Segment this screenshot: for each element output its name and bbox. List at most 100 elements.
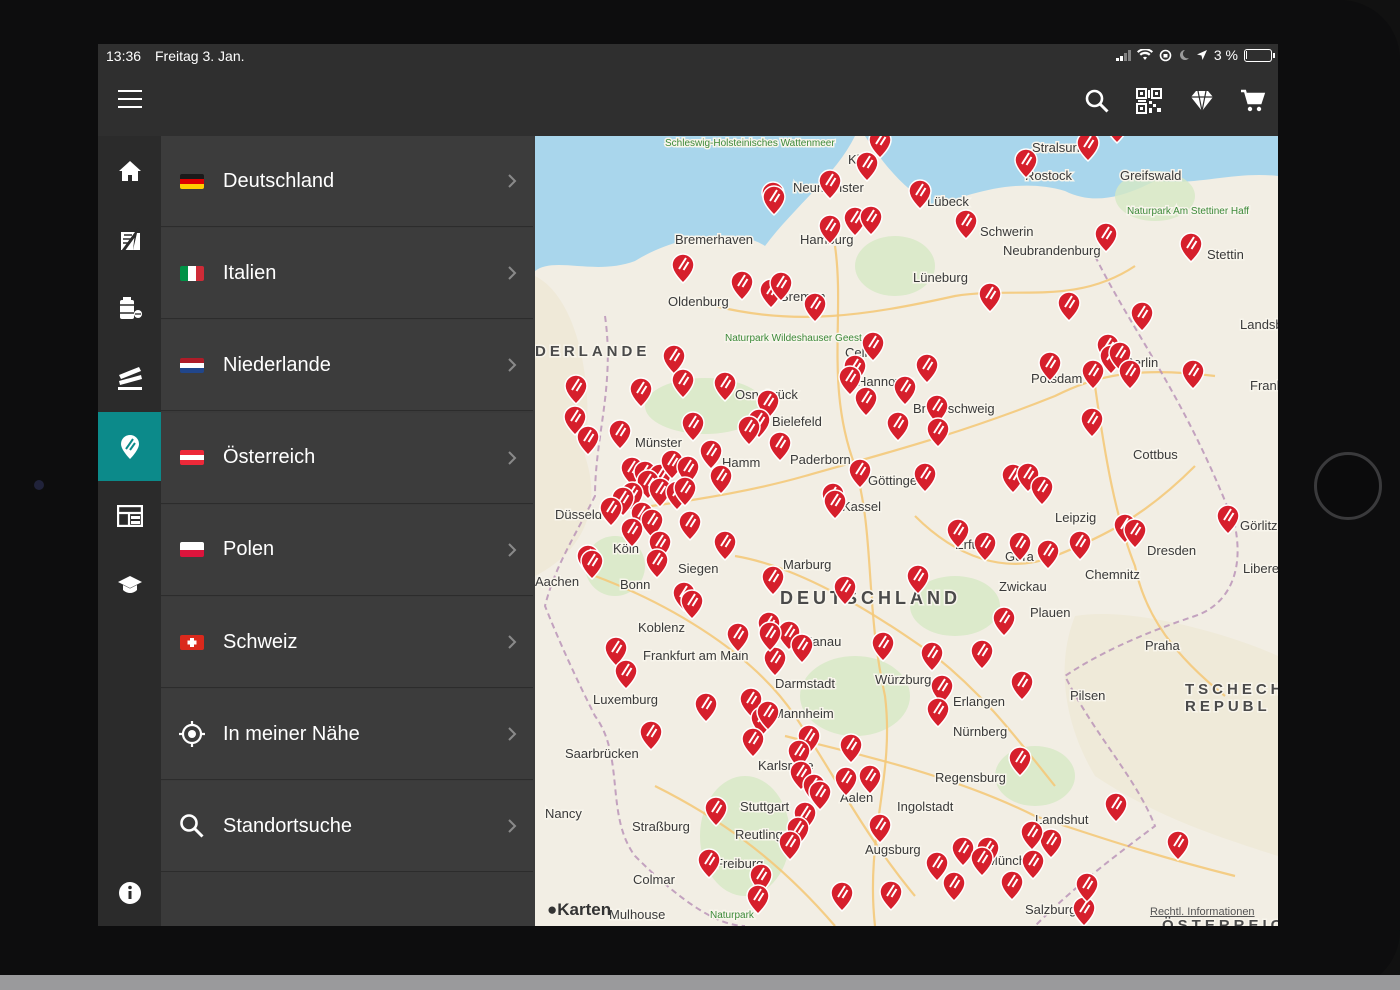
list-item[interactable]: Schweiz [161, 597, 533, 688]
station-pin[interactable] [954, 209, 978, 241]
station-pin[interactable] [915, 353, 939, 385]
map-legal-link[interactable]: Rechtl. Informationen [1150, 906, 1255, 918]
wifi-icon [1136, 49, 1153, 60]
station-pin[interactable] [1080, 407, 1104, 439]
city-label: Landsberg [1240, 317, 1278, 332]
country-list: Deutschland Italien Niederlande Österreich P… [161, 136, 535, 926]
station-pin[interactable] [1020, 820, 1044, 852]
station-pin[interactable] [978, 282, 1002, 314]
menu-icon[interactable] [118, 90, 142, 110]
station-pin[interactable] [970, 639, 994, 671]
city-label: Augsburg [865, 842, 921, 857]
city-label: Frankfurt am Main [643, 648, 748, 663]
station-pin[interactable] [1010, 670, 1034, 702]
station-pin[interactable] [855, 151, 879, 183]
list-item[interactable]: Niederlande [161, 320, 533, 412]
station-pin[interactable] [713, 530, 737, 562]
location-pin-icon [120, 434, 139, 459]
station-pin[interactable] [614, 659, 638, 691]
rail-info[interactable] [98, 858, 161, 926]
flag-icon [180, 173, 204, 189]
city-label: Darmstadt [775, 676, 835, 691]
station-pin[interactable] [730, 270, 754, 302]
station-pin[interactable] [942, 871, 966, 903]
station-pin[interactable] [741, 727, 765, 759]
qr-code-icon[interactable] [1136, 88, 1162, 114]
station-pin[interactable] [608, 419, 632, 451]
city-label: Luxemburg [593, 692, 658, 707]
station-pin[interactable] [645, 548, 669, 580]
station-pin[interactable] [671, 253, 695, 285]
station-pin[interactable] [1181, 359, 1205, 391]
station-pin[interactable] [709, 464, 733, 496]
map-view[interactable]: Schleswig-Holsteinisches WattenmeerKielN… [535, 136, 1278, 926]
country-label: DERLANDE [535, 343, 650, 360]
station-pin[interactable] [926, 697, 950, 729]
station-pin[interactable] [790, 633, 814, 665]
map-canvas[interactable]: Schleswig-Holsteinisches WattenmeerKielN… [535, 136, 1278, 926]
station-pin[interactable] [678, 510, 702, 542]
station-pin[interactable] [763, 646, 787, 678]
station-pin[interactable] [1036, 539, 1060, 571]
city-label: Neubrandenburg [1003, 243, 1101, 258]
flag-icon [180, 542, 204, 558]
station-pin[interactable] [681, 411, 705, 443]
oil-icon [119, 296, 142, 319]
station-pin[interactable] [1179, 232, 1203, 264]
station-pin[interactable] [823, 489, 847, 521]
station-pin[interactable] [1118, 359, 1142, 391]
list-item[interactable]: Standortsuche [161, 781, 533, 873]
station-pin[interactable] [1166, 830, 1190, 862]
station-pin[interactable] [1057, 291, 1081, 323]
station-pin[interactable] [839, 733, 863, 765]
station-pin[interactable] [970, 846, 994, 878]
station-pin[interactable] [1068, 530, 1092, 562]
station-pin[interactable] [737, 415, 761, 447]
rail-locations[interactable] [98, 412, 161, 481]
station-pin[interactable] [830, 881, 854, 913]
station-pin[interactable] [920, 641, 944, 673]
rail-oil[interactable] [98, 274, 161, 343]
station-pin[interactable] [1216, 504, 1240, 536]
station-pin[interactable] [871, 631, 895, 663]
front-camera [34, 480, 44, 490]
list-item[interactable]: Deutschland [161, 136, 533, 227]
station-pin[interactable] [1104, 792, 1128, 824]
station-pin[interactable] [951, 836, 975, 868]
list-item-label: Niederlande [223, 353, 331, 376]
chevron-right-icon [507, 265, 517, 281]
station-pin[interactable] [854, 386, 878, 418]
station-pin[interactable] [768, 431, 792, 463]
station-pin[interactable] [1081, 359, 1105, 391]
rail-tires[interactable] [98, 205, 161, 274]
city-label: Marburg [783, 557, 831, 572]
cart-icon[interactable] [1240, 88, 1266, 114]
search-icon[interactable] [1084, 88, 1110, 114]
station-pin[interactable] [879, 880, 903, 912]
station-pin[interactable] [1030, 475, 1054, 507]
station-pin[interactable] [926, 417, 950, 449]
city-label: Naturpark Wildeshauser Geest [725, 333, 862, 344]
diamond-icon[interactable] [1189, 88, 1215, 114]
station-pin[interactable] [694, 692, 718, 724]
rail-layout[interactable] [98, 481, 161, 550]
rail-car-wash[interactable] [98, 343, 161, 412]
station-pin[interactable] [886, 411, 910, 443]
list-item[interactable]: Italien [161, 228, 533, 320]
city-label: Liberec [1243, 561, 1278, 576]
station-pin[interactable] [680, 589, 704, 621]
station-pin[interactable] [639, 720, 663, 752]
station-pin[interactable] [992, 606, 1016, 638]
rail-academy[interactable] [98, 550, 161, 619]
list-item[interactable]: Polen [161, 504, 533, 596]
list-item[interactable]: In meiner Nähe [161, 689, 533, 781]
station-pin[interactable] [1021, 849, 1045, 881]
list-item[interactable]: Österreich [161, 412, 533, 504]
chevron-right-icon [507, 173, 517, 189]
station-pin[interactable] [859, 205, 883, 237]
rail-home[interactable] [98, 136, 161, 205]
station-pin[interactable] [1000, 870, 1024, 902]
layout-icon [116, 504, 143, 527]
station-pin[interactable] [1072, 896, 1096, 926]
home-button[interactable] [1314, 452, 1382, 520]
